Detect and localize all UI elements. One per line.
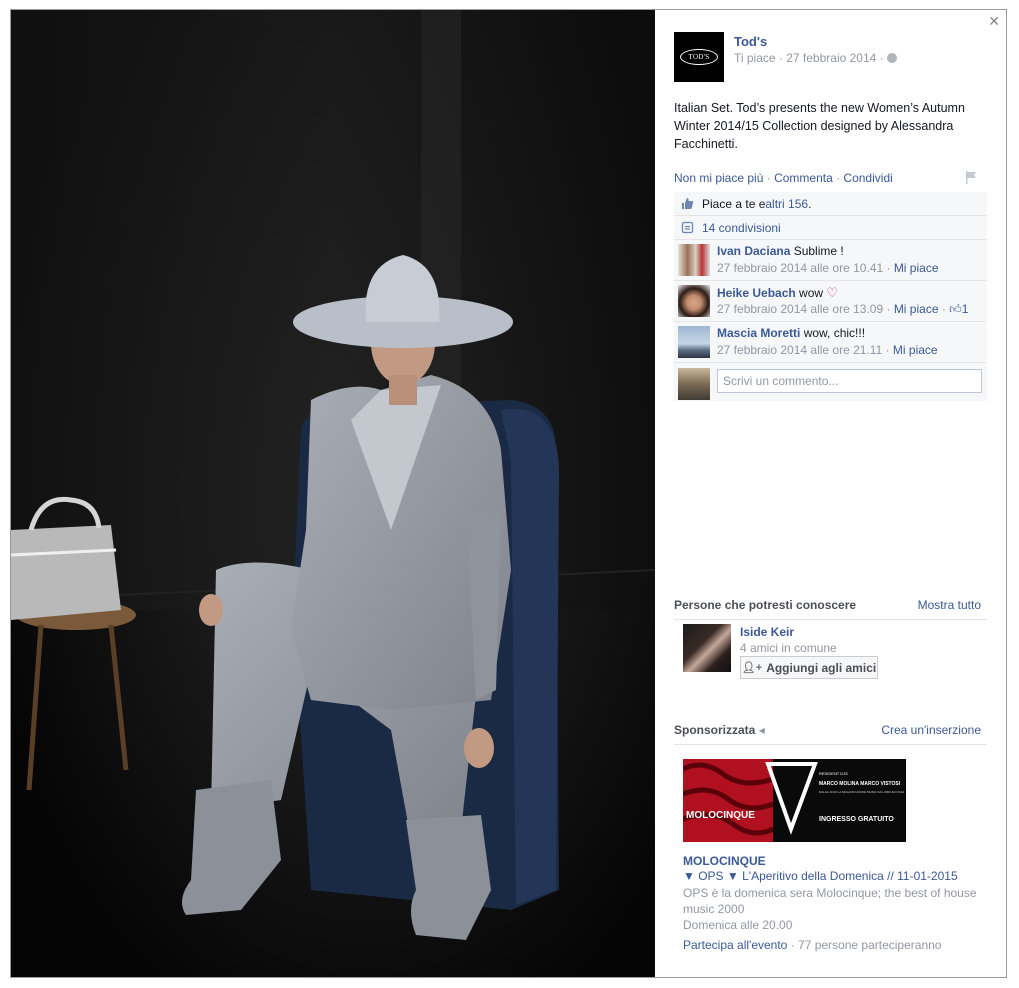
share-link[interactable]: Condividi — [843, 171, 892, 185]
heart-icon: ♡ — [826, 285, 839, 300]
comment-item: Heike Uebach wow ♡ 27 febbraio 2014 alle… — [674, 281, 987, 322]
comment-like-link[interactable]: Mi piace — [894, 302, 939, 316]
shares-row: 14 condivisioni — [674, 216, 987, 240]
comment-item: Ivan Daciana Sublime ! 27 febbraio 2014 … — [674, 240, 987, 281]
comment-like-count-value: 1 — [961, 302, 969, 316]
likes-suffix: . — [808, 196, 812, 211]
ad-details-text: DALLE 20.00 LA MIGLIOR HOUSE MUSIC DAL 2… — [819, 790, 904, 794]
ad-event-link[interactable]: ▼ OPS ▼ L'Aperitivo della Domenica // 11… — [683, 869, 958, 883]
megaphone-icon: ◂ — [758, 723, 765, 737]
mutual-friends[interactable]: 4 amici in comune — [740, 641, 837, 655]
ad-djs-text: MARCO MOLINA MARCO VISTOSI — [819, 781, 901, 787]
globe-icon — [886, 53, 897, 63]
ad-resident-text: RESIDENT DJS — [819, 771, 848, 776]
flag-icon[interactable] — [965, 171, 977, 184]
ad-free-text: INGRESSO GRATUITO — [819, 816, 894, 823]
post-actions: Non mi piace più · Commenta · Condividi — [674, 171, 893, 185]
comment-input[interactable]: Scrivi un commento... — [717, 369, 982, 393]
photo-sidebar: ✕ TOD'S Tod's Ti piace · 27 febbraio 201… — [655, 10, 1006, 977]
photo-viewer: ✕ TOD'S Tod's Ti piace · 27 febbraio 201… — [10, 9, 1007, 978]
close-icon[interactable]: ✕ — [988, 13, 1000, 30]
create-ad-link[interactable]: Crea un'inserzione — [881, 723, 981, 737]
attending-count: · 77 persone parteciperanno — [787, 938, 942, 952]
comment-timestamp[interactable]: 27 febbraio 2014 alle ore 13.09 — [717, 302, 883, 316]
likes-row: Piace a te e altri 156. — [674, 192, 987, 216]
commenter-avatar[interactable] — [678, 244, 710, 276]
comment-line: Mascia Moretti wow, chic!!! — [717, 326, 865, 340]
comment-meta: 27 febbraio 2014 alle ore 13.09 · Mi pia… — [717, 302, 969, 316]
post-meta-text: Ti piace · 27 febbraio 2014 · — [734, 51, 887, 65]
page-name-link[interactable]: Tod's — [734, 34, 767, 49]
comment-like-link[interactable]: Mi piace — [893, 343, 938, 357]
thumbs-up-icon — [680, 197, 694, 211]
suggested-person-name[interactable]: Iside Keir — [740, 625, 794, 639]
comment-line: Ivan Daciana Sublime ! — [717, 244, 844, 258]
suggested-person-avatar[interactable] — [683, 624, 731, 672]
see-all-link[interactable]: Mostra tutto — [918, 598, 981, 612]
ad-description: OPS è la domenica sera Molocinque; the b… — [683, 885, 983, 933]
unlike-link[interactable]: Non mi piace più — [674, 171, 763, 185]
page-avatar[interactable]: TOD'S — [674, 32, 724, 82]
comment-timestamp[interactable]: 27 febbraio 2014 alle ore 21.11 — [717, 343, 882, 357]
thumbs-up-icon: 👍︎ — [949, 302, 962, 316]
comment-like-link[interactable]: Mi piace — [894, 261, 939, 275]
post-caption: Italian Set. Tod’s presents the new Wome… — [674, 101, 965, 151]
sponsored-section-header: Sponsorizzata ◂ Crea un'inserzione — [674, 723, 987, 745]
likes-others-link[interactable]: altri 156 — [765, 197, 808, 211]
comment-text: wow, chic!!! — [800, 326, 866, 340]
comment-item: Mascia Moretti wow, chic!!! 27 febbraio … — [674, 322, 987, 363]
join-event-link[interactable]: Partecipa all'evento — [683, 938, 787, 952]
ad-image[interactable]: MOLOCINQUE RESIDENT DJS MARCO MOLINA MAR… — [683, 759, 906, 842]
comment-meta: 27 febbraio 2014 alle ore 21.11 · Mi pia… — [717, 343, 938, 357]
people-section-header: Persone che potresti conoscere Mostra tu… — [674, 598, 987, 620]
post-meta: Ti piace · 27 febbraio 2014 · — [734, 51, 897, 65]
comment-link[interactable]: Commenta — [774, 171, 833, 185]
share-icon — [680, 221, 694, 235]
comment-like-count[interactable]: 👍︎1 — [949, 302, 968, 316]
comment-timestamp[interactable]: 27 febbraio 2014 alle ore 10.41 — [717, 261, 883, 275]
ad-join-line: Partecipa all'evento · 77 persone partec… — [683, 938, 941, 952]
commenter-avatar[interactable] — [678, 326, 710, 358]
ad-when: Domenica alle 20.00 — [683, 918, 793, 932]
add-friend-icon: 👤︎+ — [741, 662, 763, 674]
sponsored-title: Sponsorizzata — [674, 723, 756, 737]
commenter-avatar[interactable] — [678, 285, 710, 317]
viewer-avatar — [678, 368, 710, 400]
comment-line: Heike Uebach wow ♡ — [717, 285, 838, 301]
shares-link[interactable]: 14 condivisioni — [702, 221, 781, 235]
comment-author[interactable]: Heike Uebach — [717, 286, 796, 300]
ad-banner-graphic: MOLOCINQUE RESIDENT DJS MARCO MOLINA MAR… — [683, 759, 906, 842]
ufi-box: Piace a te e altri 156. 14 condivisioni … — [674, 192, 987, 401]
ad-description-text: OPS è la domenica sera Molocinque; the b… — [683, 886, 977, 916]
ad-brand-text: MOLOCINQUE — [686, 810, 755, 821]
comment-author[interactable]: Ivan Daciana — [717, 244, 790, 258]
comment-meta: 27 febbraio 2014 alle ore 10.41 · Mi pia… — [717, 261, 939, 275]
separator: · — [763, 171, 775, 185]
likes-prefix: Piace a te e — [702, 196, 766, 211]
post-photo[interactable] — [11, 10, 655, 977]
separator: · — [832, 171, 844, 185]
tods-logo: TOD'S — [680, 49, 718, 65]
fashion-photo-illustration — [11, 10, 655, 977]
comment-text: wow — [795, 286, 827, 300]
comment-author[interactable]: Mascia Moretti — [717, 326, 800, 340]
ad-title-link[interactable]: MOLOCINQUE — [683, 854, 766, 868]
comment-composer: Scrivi un commento... — [674, 363, 987, 401]
add-friend-button[interactable]: 👤︎+ Aggiungi agli amici — [740, 656, 878, 679]
add-friend-label: Aggiungi agli amici — [766, 660, 877, 675]
people-section-title: Persone che potresti conoscere — [674, 598, 857, 612]
comment-text: Sublime ! — [790, 244, 844, 258]
